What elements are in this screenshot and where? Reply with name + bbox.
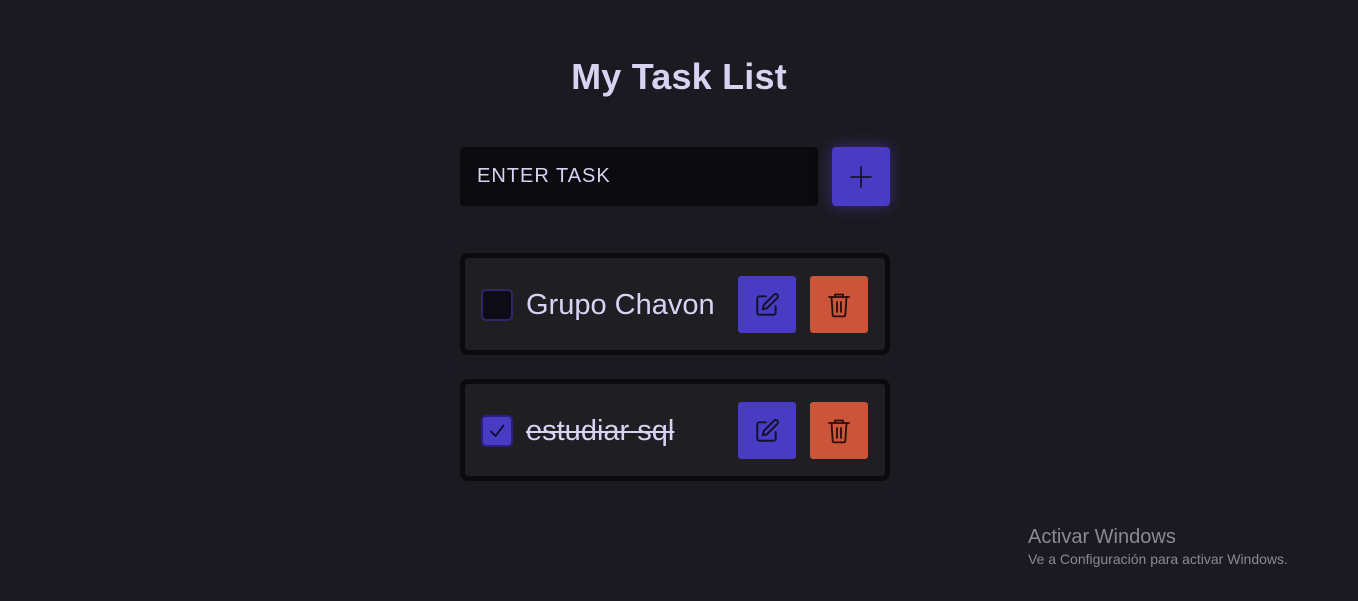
task-input[interactable]: [460, 147, 818, 206]
delete-task-button[interactable]: [810, 402, 868, 459]
pencil-square-icon: [756, 292, 779, 316]
pencil-square-icon: [756, 418, 779, 442]
delete-task-button[interactable]: [810, 276, 868, 333]
trash-icon: [828, 419, 850, 443]
task-checkbox[interactable]: [481, 289, 513, 321]
checkmark-icon: [490, 424, 505, 437]
trash-icon: [828, 293, 850, 317]
task-checkbox[interactable]: [481, 415, 513, 447]
edit-task-button[interactable]: [738, 402, 796, 459]
edit-task-button[interactable]: [738, 276, 796, 333]
task-app: My Task List Grupo Chavon: [0, 0, 1358, 601]
task-label: estudiar sql: [526, 415, 675, 447]
page-title: My Task List: [571, 56, 787, 97]
task-item: Grupo Chavon: [460, 253, 890, 355]
add-task-form: [460, 147, 890, 206]
windows-activation-watermark: Activar Windows Ve a Configuración para …: [1028, 525, 1288, 569]
watermark-subtitle: Ve a Configuración para activar Windows.: [1028, 551, 1288, 567]
task-item: estudiar sql: [460, 379, 890, 481]
task-label: Grupo Chavon: [526, 289, 715, 321]
add-task-button[interactable]: [832, 147, 890, 206]
watermark-title: Activar Windows: [1028, 526, 1176, 548]
plus-icon: [850, 165, 872, 188]
